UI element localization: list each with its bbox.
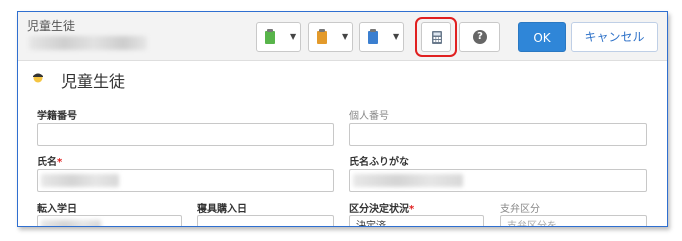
required-mark: * [57,157,63,168]
dialog-window: 児童生徒 ▼ ▼ ▼ ? OK キャンセル 児童生徒 学籍番号 個人番号 氏名*… [17,11,668,227]
classification-status-label: 区分決定状況* [349,200,414,215]
orange-clipboard-dropdown[interactable]: ▼ [308,22,353,52]
required-mark: * [409,204,415,215]
name-label-text: 氏名 [37,157,57,168]
chevron-down-icon: ▼ [290,32,297,41]
blue-clipboard-icon [368,29,378,44]
student-number-field[interactable] [37,123,334,146]
chevron-down-icon: ▼ [393,32,400,41]
highlight-ring [415,17,457,57]
ok-button[interactable]: OK [518,22,566,52]
blue-clipboard-dropdown[interactable]: ▼ [359,22,404,52]
bedding-purchase-label: 寝具購入日 [197,204,247,215]
name-kana-label: 氏名ふりがな [349,157,409,168]
name-kana-field[interactable] [349,169,647,192]
student-number-label: 学籍番号 [37,111,77,122]
page-title: 児童生徒 [61,72,126,91]
redacted-kana-value [353,174,463,187]
bedding-purchase-field[interactable] [197,215,334,226]
green-clipboard-icon [265,29,275,44]
help-icon: ? [473,30,487,44]
dialog-header: 児童生徒 ▼ ▼ ▼ ? OK キャンセル [18,12,667,61]
payment-category-label: 支弁区分 [500,204,540,215]
name-field[interactable] [37,169,334,192]
payment-category-select[interactable]: 支弁区分を [500,215,647,226]
cancel-button[interactable]: キャンセル [571,22,658,52]
personal-number-label: 個人番号 [349,111,389,122]
personal-number-field[interactable] [349,123,647,146]
help-button[interactable]: ? [459,22,500,52]
redacted-name-value [41,174,119,187]
orange-clipboard-icon [317,29,327,44]
classification-status-label-text: 区分決定状況 [349,204,409,215]
name-label: 氏名* [37,153,62,168]
transfer-date-field[interactable] [37,215,182,226]
redacted-date-value [41,220,101,226]
transfer-date-label: 転入学日 [37,204,77,215]
student-icon [33,73,43,83]
classification-status-select[interactable]: 決定済 [349,215,484,226]
dialog-title: 児童生徒 [27,19,76,33]
chevron-down-icon: ▼ [342,32,349,41]
redacted-student-name [29,36,147,50]
green-clipboard-dropdown[interactable]: ▼ [256,22,301,52]
